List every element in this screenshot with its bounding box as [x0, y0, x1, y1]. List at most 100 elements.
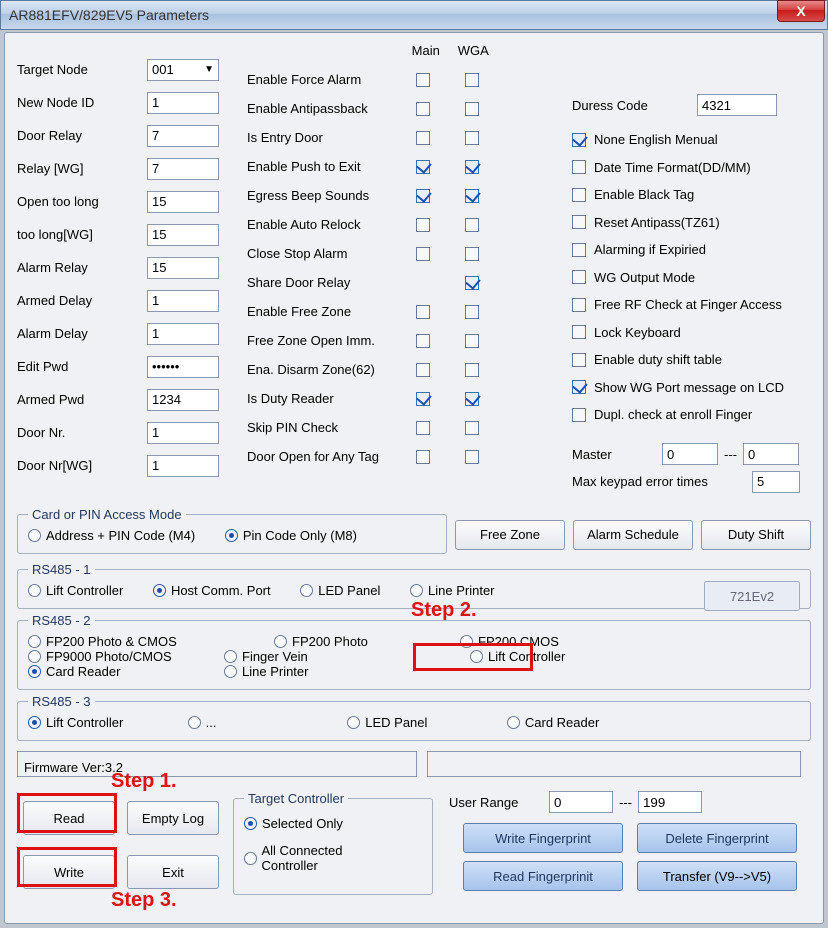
mid-option-label: Enable Push to Exit: [247, 159, 399, 174]
user-range-from[interactable]: [549, 791, 613, 813]
main-checkbox[interactable]: [416, 131, 430, 145]
rs3-card[interactable]: Card Reader: [507, 715, 637, 730]
max-err-field[interactable]: [752, 471, 800, 493]
mid-row: Egress Beep Sounds: [247, 181, 497, 210]
main-checkbox[interactable]: [416, 450, 430, 464]
main-checkbox[interactable]: [416, 218, 430, 232]
rs2-line[interactable]: Line Printer: [224, 664, 394, 679]
wga-checkbox[interactable]: [465, 218, 479, 232]
read-button[interactable]: Read: [23, 801, 115, 835]
door-nr-field[interactable]: [147, 422, 219, 444]
right-checkbox[interactable]: [572, 133, 586, 147]
alarm-relay-field[interactable]: [147, 257, 219, 279]
main-checkbox[interactable]: [416, 247, 430, 261]
right-option-label: Enable duty shift table: [594, 352, 722, 367]
armed-delay-field[interactable]: [147, 290, 219, 312]
rs1-host[interactable]: Host Comm. Port: [153, 583, 271, 598]
right-option-label: Lock Keyboard: [594, 325, 681, 340]
wga-checkbox[interactable]: [465, 392, 479, 406]
write-button[interactable]: Write: [23, 855, 115, 889]
right-checkbox[interactable]: [572, 353, 586, 367]
wga-checkbox[interactable]: [465, 276, 479, 290]
rs2-fp200pc[interactable]: FP200 Photo & CMOS: [28, 634, 248, 649]
master-a-field[interactable]: [662, 443, 718, 465]
checkbox-cell: [399, 246, 448, 262]
right-option-row: Reset Antipass(TZ61): [572, 209, 822, 237]
rs2-fp200p[interactable]: FP200 Photo: [274, 634, 434, 649]
rs3-lift[interactable]: Lift Controller: [28, 715, 158, 730]
open-too-long-field[interactable]: [147, 191, 219, 213]
wga-checkbox[interactable]: [465, 305, 479, 319]
wga-checkbox[interactable]: [465, 189, 479, 203]
main-checkbox[interactable]: [416, 102, 430, 116]
rs2-fv[interactable]: Finger Vein: [224, 649, 444, 664]
rs1-line[interactable]: Line Printer: [410, 583, 494, 598]
right-checkbox[interactable]: [572, 408, 586, 422]
rs2-fp200c[interactable]: FP200 CMOS: [460, 634, 630, 649]
rs3-led[interactable]: LED Panel: [347, 715, 477, 730]
free-zone-button[interactable]: Free Zone: [455, 520, 565, 550]
rs2-card[interactable]: Card Reader: [28, 664, 198, 679]
rs3-dots[interactable]: ...: [188, 715, 318, 730]
wga-checkbox[interactable]: [465, 450, 479, 464]
right-checkbox[interactable]: [572, 380, 586, 394]
exit-button[interactable]: Exit: [127, 855, 219, 889]
wga-checkbox[interactable]: [465, 334, 479, 348]
target-node-select[interactable]: 001 ▼: [147, 59, 219, 81]
main-checkbox[interactable]: [416, 392, 430, 406]
rs2-lift[interactable]: Lift Controller: [470, 649, 630, 664]
mid-option-label: Enable Antipassback: [247, 101, 399, 116]
radio-address-pin[interactable]: Address + PIN Code (M4): [28, 528, 195, 543]
wga-checkbox[interactable]: [465, 131, 479, 145]
read-fp-button[interactable]: Read Fingerprinit: [463, 861, 623, 891]
empty-log-button[interactable]: Empty Log: [127, 801, 219, 835]
right-checkbox[interactable]: [572, 325, 586, 339]
rs2-fp9000[interactable]: FP9000 Photo/CMOS: [28, 649, 198, 664]
too-long-wg-field[interactable]: [147, 224, 219, 246]
right-checkbox[interactable]: [572, 298, 586, 312]
main-checkbox[interactable]: [416, 334, 430, 348]
new-node-id-field[interactable]: [147, 92, 219, 114]
right-checkbox[interactable]: [572, 215, 586, 229]
duty-shift-button[interactable]: Duty Shift: [701, 520, 811, 550]
alarm-delay-field[interactable]: [147, 323, 219, 345]
wga-checkbox[interactable]: [465, 73, 479, 87]
edit-pwd-field[interactable]: [147, 356, 219, 378]
checkbox-cell: [399, 159, 448, 175]
duress-field[interactable]: [697, 94, 777, 116]
door-relay-field[interactable]: [147, 125, 219, 147]
wga-checkbox[interactable]: [465, 160, 479, 174]
alarm-schedule-button[interactable]: Alarm Schedule: [573, 520, 693, 550]
close-button[interactable]: X: [777, 0, 825, 22]
right-checkbox[interactable]: [572, 270, 586, 284]
rs1-lift[interactable]: Lift Controller: [28, 583, 123, 598]
delete-fp-button[interactable]: Delete Fingerprint: [637, 823, 797, 853]
right-checkbox[interactable]: [572, 188, 586, 202]
wga-checkbox[interactable]: [465, 102, 479, 116]
right-checkbox[interactable]: [572, 160, 586, 174]
main-checkbox[interactable]: [416, 363, 430, 377]
tc-all-connected[interactable]: All Connected Controller: [244, 843, 396, 873]
main-checkbox[interactable]: [416, 305, 430, 319]
door-nr-wg-field[interactable]: [147, 455, 219, 477]
wga-checkbox[interactable]: [465, 421, 479, 435]
721ev2-button[interactable]: 721Ev2: [704, 581, 800, 611]
wga-checkbox[interactable]: [465, 363, 479, 377]
main-checkbox[interactable]: [416, 421, 430, 435]
main-checkbox[interactable]: [416, 189, 430, 203]
master-b-field[interactable]: [743, 443, 799, 465]
user-range-to[interactable]: [638, 791, 702, 813]
write-fp-button[interactable]: Write Fingerprint: [463, 823, 623, 853]
wga-checkbox[interactable]: [465, 247, 479, 261]
tc-selected-only[interactable]: Selected Only: [244, 816, 343, 831]
right-checkbox[interactable]: [572, 243, 586, 257]
radio-pin-only[interactable]: Pin Code Only (M8): [225, 528, 357, 543]
right-option-label: None English Menual: [594, 132, 718, 147]
rs1-led[interactable]: LED Panel: [300, 583, 380, 598]
transfer-button[interactable]: Transfer (V9-->V5): [637, 861, 797, 891]
main-checkbox[interactable]: [416, 160, 430, 174]
main-checkbox[interactable]: [416, 73, 430, 87]
armed-pwd-field[interactable]: [147, 389, 219, 411]
label-relay-wg: Relay [WG]: [17, 161, 147, 176]
relay-wg-field[interactable]: [147, 158, 219, 180]
